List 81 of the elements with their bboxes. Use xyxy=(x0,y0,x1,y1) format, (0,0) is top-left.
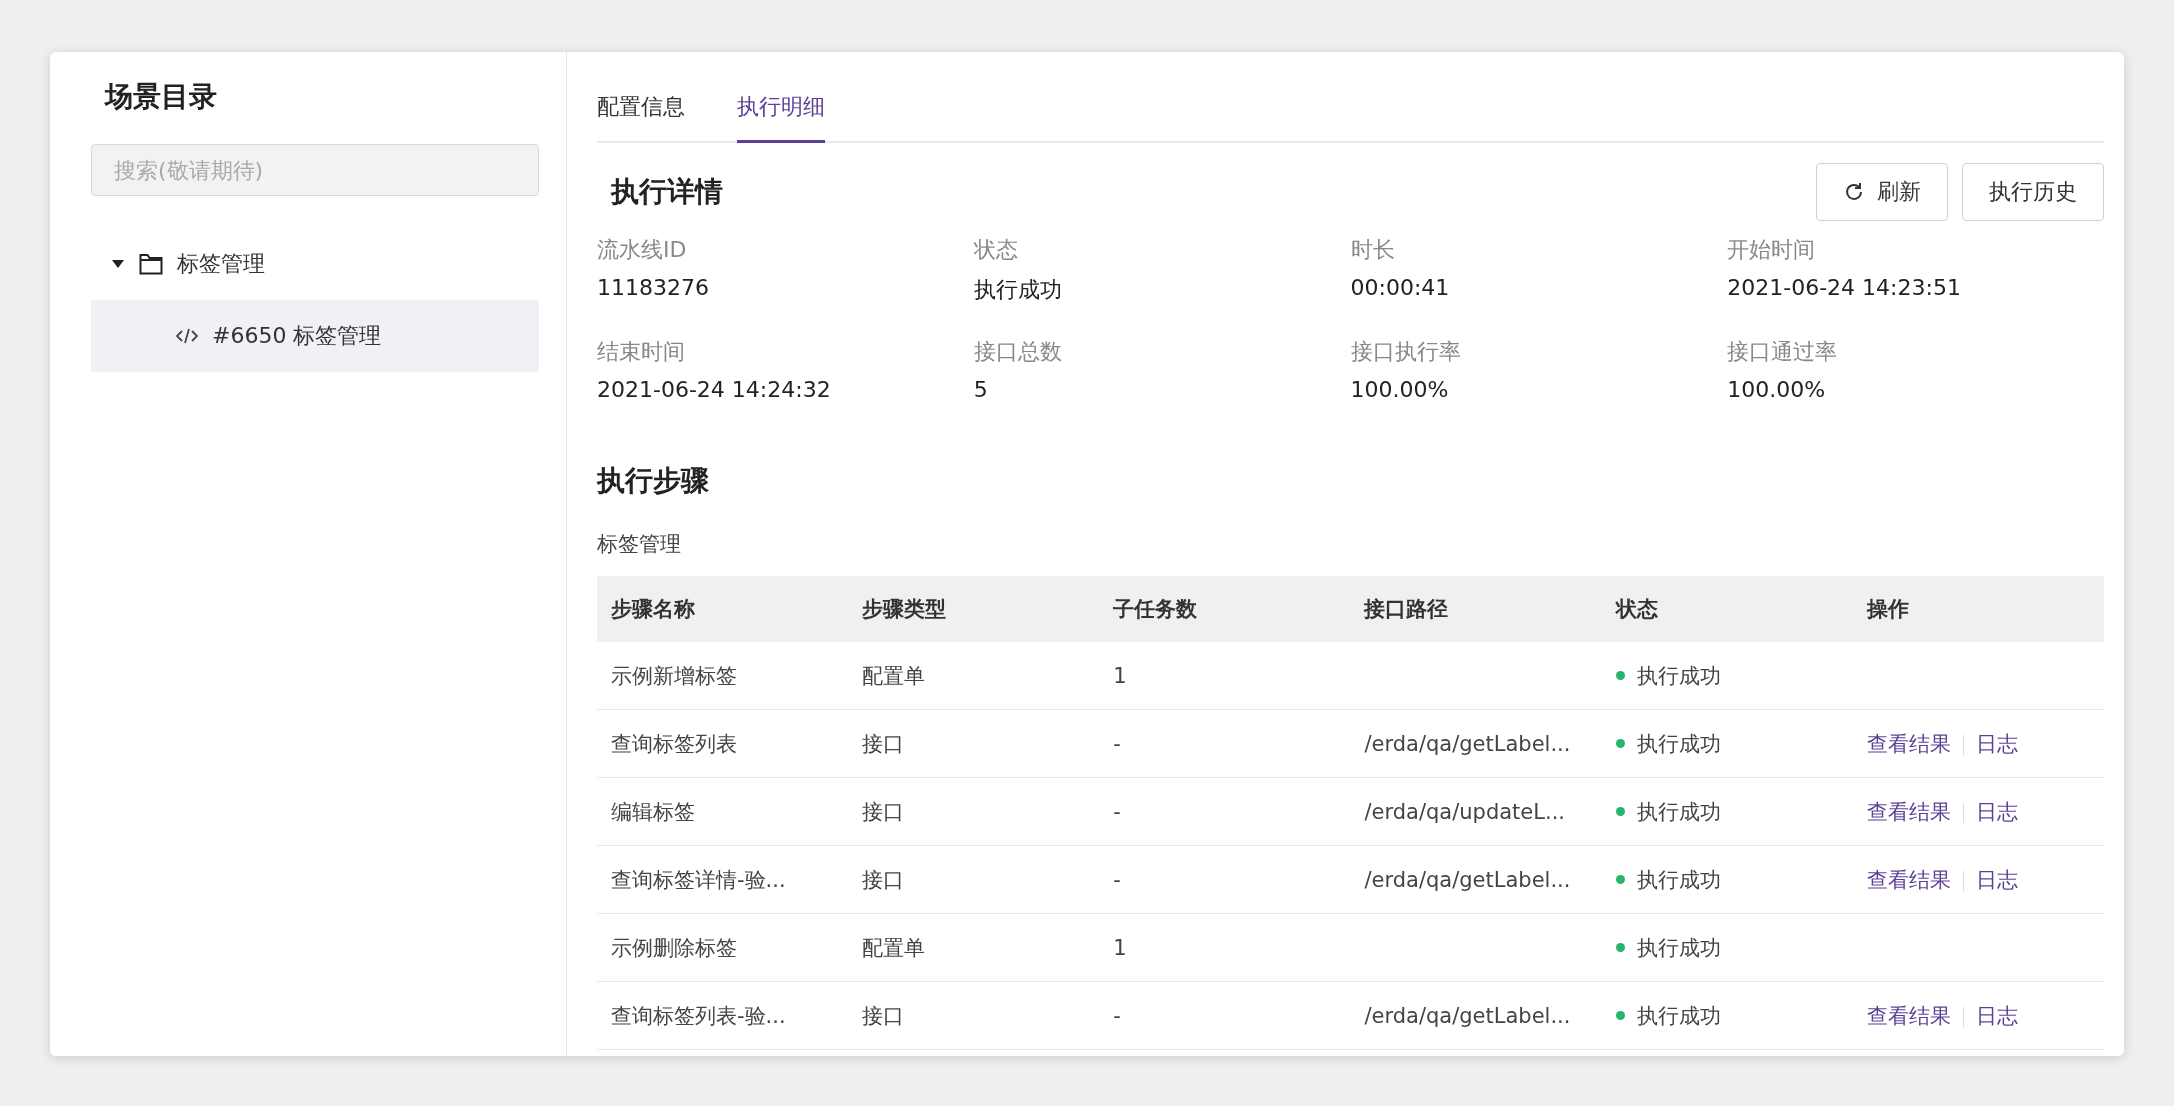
view-result-link[interactable]: 查看结果 xyxy=(1866,799,1951,824)
field-label: 结束时间 xyxy=(597,338,686,366)
tree-item[interactable]: 标签管理 xyxy=(91,228,539,300)
column-header: 步骤类型 xyxy=(848,576,1100,642)
table-cell: - xyxy=(1113,799,1121,824)
status-text: 执行成功 xyxy=(1636,1002,1721,1030)
status-text: 执行成功 xyxy=(1636,798,1721,826)
table-cell: 配置单 xyxy=(862,935,926,960)
status-dot xyxy=(1615,739,1625,749)
view-result-link[interactable]: 查看结果 xyxy=(1866,1003,1951,1028)
log-link[interactable]: 日志 xyxy=(1975,731,2018,756)
group-label: 标签管理 xyxy=(597,531,682,558)
log-link[interactable]: 日志 xyxy=(1975,1003,2018,1028)
table-cell: - xyxy=(1113,731,1121,756)
folder-icon xyxy=(139,253,163,275)
tree-item-label: #6650 标签管理 xyxy=(212,322,382,350)
table-cell: 接口 xyxy=(862,731,905,756)
table-cell: /erda/qa/getLabel... xyxy=(1364,731,1571,756)
table-cell: 接口 xyxy=(862,867,905,892)
column-header: 子任务数 xyxy=(1099,576,1351,642)
column-header: 步骤名称 xyxy=(597,576,849,642)
table-cell: 配置单 xyxy=(862,663,926,688)
field-value: 执行成功 xyxy=(973,276,1063,304)
table-cell: 1 xyxy=(1113,663,1127,688)
sidebar-title: 场景目录 xyxy=(103,79,218,115)
tab[interactable]: 配置信息 xyxy=(597,92,685,143)
status-dot xyxy=(1615,1011,1625,1021)
table-cell: 查询标签列表-验... xyxy=(611,1003,786,1028)
table-cell: /erda/qa/getLabel... xyxy=(1364,867,1571,892)
status-dot xyxy=(1615,943,1625,953)
column-header: 操作 xyxy=(1852,576,2104,642)
table-cell: 示例新增标签 xyxy=(611,663,737,688)
section-title: 执行步骤 xyxy=(597,463,710,499)
table-cell: 查询标签详情-验... xyxy=(611,867,786,892)
history-button[interactable]: 执行历史 xyxy=(1962,163,2104,221)
field-value: 2021-06-24 14:24:32 xyxy=(597,377,832,402)
status-text: 执行成功 xyxy=(1636,662,1721,690)
refresh-icon xyxy=(1843,181,1865,203)
table-cell: - xyxy=(1113,867,1121,892)
field-value: 100.00% xyxy=(1350,377,1450,402)
field-value: 11183276 xyxy=(597,275,710,300)
tree-item[interactable]: #6650 标签管理 xyxy=(91,300,539,372)
table-cell: 编辑标签 xyxy=(611,799,695,824)
table-cell: 示例删除标签 xyxy=(611,935,737,960)
status-text: 执行成功 xyxy=(1636,866,1721,894)
field-label: 接口总数 xyxy=(973,338,1063,366)
view-result-link[interactable]: 查看结果 xyxy=(1866,731,1951,756)
log-link[interactable]: 日志 xyxy=(1975,799,2018,824)
search-field[interactable]: 搜索(敬请期待) xyxy=(91,144,539,196)
status-text: 执行成功 xyxy=(1636,934,1721,962)
view-result-link[interactable]: 查看结果 xyxy=(1866,867,1951,892)
field-value: 2021-06-24 14:23:51 xyxy=(1727,275,1962,300)
section-title: 执行详情 xyxy=(609,174,723,210)
field-label: 接口通过率 xyxy=(1727,338,1839,366)
tree-item-label: 标签管理 xyxy=(177,250,265,278)
field-label: 接口执行率 xyxy=(1350,338,1462,366)
field-label: 状态 xyxy=(973,236,1019,264)
tab[interactable]: 执行明细 xyxy=(737,92,825,143)
field-label: 开始时间 xyxy=(1727,236,1817,264)
field-label: 流水线ID xyxy=(597,236,688,264)
status-dot xyxy=(1615,807,1625,817)
table-cell: 查询标签列表 xyxy=(611,731,737,756)
field-value: 5 xyxy=(973,377,989,402)
status-dot xyxy=(1615,875,1625,885)
field-label: 时长 xyxy=(1350,236,1396,264)
column-header: 接口路径 xyxy=(1350,576,1602,642)
field-value: 100.00% xyxy=(1727,377,1827,402)
status-text: 执行成功 xyxy=(1636,730,1721,758)
table-cell: 接口 xyxy=(862,1003,905,1028)
column-header: 状态 xyxy=(1601,576,1853,642)
refresh-button[interactable]: 刷新 xyxy=(1816,163,1948,221)
field-value: 00:00:41 xyxy=(1350,275,1451,300)
caret-icon[interactable] xyxy=(111,259,125,269)
table-cell: /erda/qa/getLabel... xyxy=(1364,1003,1571,1028)
table-cell: /erda/qa/updateL... xyxy=(1364,799,1565,824)
log-link[interactable]: 日志 xyxy=(1975,867,2018,892)
status-dot xyxy=(1615,671,1625,681)
table-cell: 1 xyxy=(1113,935,1127,960)
code-icon xyxy=(176,328,198,344)
table-cell: 接口 xyxy=(862,799,905,824)
table-cell: - xyxy=(1113,1003,1121,1028)
